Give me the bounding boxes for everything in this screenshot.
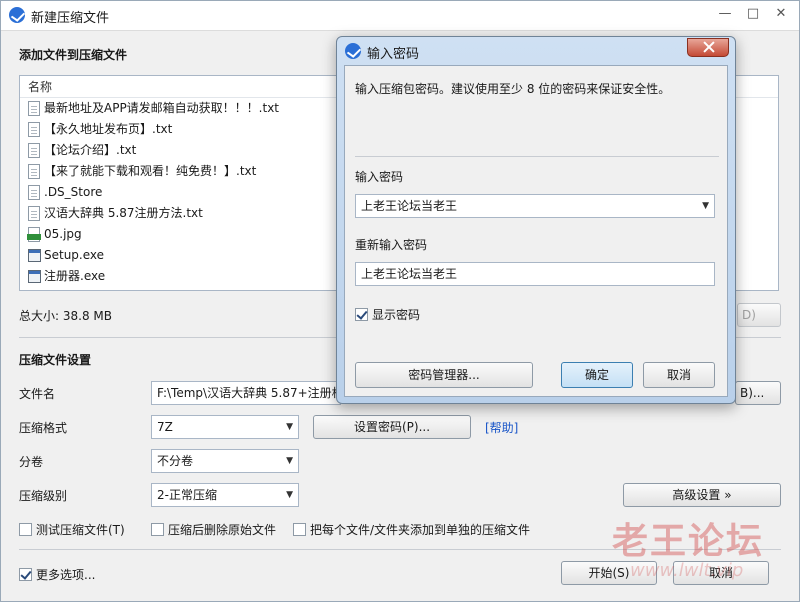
set-password-button[interactable]: 设置密码(P)... xyxy=(313,415,471,439)
jpg-file-icon xyxy=(27,227,41,242)
text-file-icon xyxy=(28,185,40,200)
exe-file-icon xyxy=(28,249,41,262)
volume-select[interactable]: 不分卷 ▼ xyxy=(151,449,299,473)
chevron-down-icon: ▼ xyxy=(286,456,293,466)
test-archive-checkbox[interactable]: 测试压缩文件(T) xyxy=(19,521,125,538)
text-file-icon xyxy=(28,206,40,221)
checkbox-box xyxy=(19,523,32,536)
level-value: 2-正常压缩 xyxy=(157,488,217,502)
confirm-password-label: 重新输入密码 xyxy=(355,238,428,252)
app-logo-icon xyxy=(345,43,361,59)
exe-file-icon xyxy=(28,270,41,283)
title-bar: 新建压缩文件 — □ ✕ xyxy=(1,1,799,31)
help-link[interactable]: [帮助] xyxy=(485,419,518,436)
divider xyxy=(355,156,719,157)
advanced-settings-button[interactable]: 高级设置 » xyxy=(623,483,781,507)
file-name: .DS_Store xyxy=(44,185,103,199)
dialog-close-button[interactable] xyxy=(687,38,729,57)
chevron-down-icon: ▼ xyxy=(286,490,293,500)
list-action-button[interactable]: D) xyxy=(737,303,781,327)
checkbox-box xyxy=(19,568,32,581)
dialog-title: 输入密码 xyxy=(367,47,420,62)
separate-archives-checkbox[interactable]: 把每个文件/文件夹添加到单独的压缩文件 xyxy=(293,521,530,538)
file-name: Setup.exe xyxy=(44,248,105,262)
close-icon xyxy=(703,41,715,53)
level-label: 压缩级别 xyxy=(19,489,68,503)
close-button[interactable]: ✕ xyxy=(771,5,791,23)
browse-button[interactable]: B)... xyxy=(735,381,781,405)
add-files-heading: 添加文件到压缩文件 xyxy=(19,48,128,62)
maximize-button[interactable]: □ xyxy=(743,5,763,23)
checkbox-box xyxy=(355,308,368,321)
format-value: 7Z xyxy=(157,420,173,434)
password-input[interactable]: 上老王论坛当老王 ▼ xyxy=(355,194,715,218)
checkbox-box xyxy=(293,523,306,536)
show-password-checkbox[interactable]: 显示密码 xyxy=(355,306,420,323)
file-name: 汉语大辞典 5.87注册方法.txt xyxy=(44,206,203,220)
delete-after-checkbox[interactable]: 压缩后删除原始文件 xyxy=(151,521,276,538)
password-label: 输入密码 xyxy=(355,170,404,184)
checkbox-box xyxy=(151,523,164,536)
file-name: 【永久地址发布页】.txt xyxy=(44,122,173,136)
file-name: 注册器.exe xyxy=(44,269,106,283)
dialog-cancel-button[interactable]: 取消 xyxy=(643,362,715,388)
filename-input[interactable]: F:\Temp\汉语大辞典 5.87+注册机 xyxy=(151,381,341,405)
window-title: 新建压缩文件 xyxy=(31,11,110,26)
app-logo-icon xyxy=(9,7,25,23)
volume-value: 不分卷 xyxy=(157,454,194,468)
password-dialog: 输入密码 输入压缩包密码。建议使用至少 8 位的密码来保证安全性。 输入密码 上… xyxy=(336,36,736,404)
dialog-description: 输入压缩包密码。建议使用至少 8 位的密码来保证安全性。 xyxy=(355,82,671,96)
format-label: 压缩格式 xyxy=(19,421,68,435)
settings-heading: 压缩文件设置 xyxy=(19,353,92,367)
password-manager-button[interactable]: 密码管理器... xyxy=(355,362,533,388)
filename-label: 文件名 xyxy=(19,387,56,401)
checkbox-label: 压缩后删除原始文件 xyxy=(168,523,277,537)
more-options-checkbox[interactable]: 更多选项... xyxy=(19,566,95,583)
watermark-text: 老王论坛 xyxy=(612,521,765,562)
file-name: 05.jpg xyxy=(44,227,82,241)
confirm-password-input[interactable]: 上老王论坛当老王 xyxy=(355,262,715,286)
chevron-down-icon: ▼ xyxy=(702,201,709,211)
password-value: 上老王论坛当老王 xyxy=(361,199,458,213)
text-file-icon xyxy=(28,143,40,158)
checkbox-label: 把每个文件/文件夹添加到单独的压缩文件 xyxy=(310,523,531,537)
ok-button[interactable]: 确定 xyxy=(561,362,633,388)
checkbox-label: 显示密码 xyxy=(372,308,421,322)
checkbox-label: 测试压缩文件(T) xyxy=(36,523,125,537)
format-select[interactable]: 7Z ▼ xyxy=(151,415,299,439)
dialog-body: 输入压缩包密码。建议使用至少 8 位的密码来保证安全性。 输入密码 上老王论坛当… xyxy=(344,65,728,397)
dialog-title-bar: 输入密码 xyxy=(337,37,735,65)
chevron-down-icon: ▼ xyxy=(286,422,293,432)
file-name: 【论坛介绍】.txt xyxy=(44,143,137,157)
file-name: 最新地址及APP请发邮箱自动获取！！！.txt xyxy=(44,101,280,115)
minimize-button[interactable]: — xyxy=(715,5,735,23)
watermark-url: www.lwlt.vip xyxy=(630,560,744,581)
level-select[interactable]: 2-正常压缩 ▼ xyxy=(151,483,299,507)
file-name: 【来了就能下载和观看！纯免费！】.txt xyxy=(44,164,257,178)
checkbox-label: 更多选项... xyxy=(36,568,96,582)
total-size: 总大小: 38.8 MB xyxy=(19,309,112,323)
text-file-icon xyxy=(28,164,40,179)
volume-label: 分卷 xyxy=(19,455,44,469)
text-file-icon xyxy=(28,101,40,116)
text-file-icon xyxy=(28,122,40,137)
